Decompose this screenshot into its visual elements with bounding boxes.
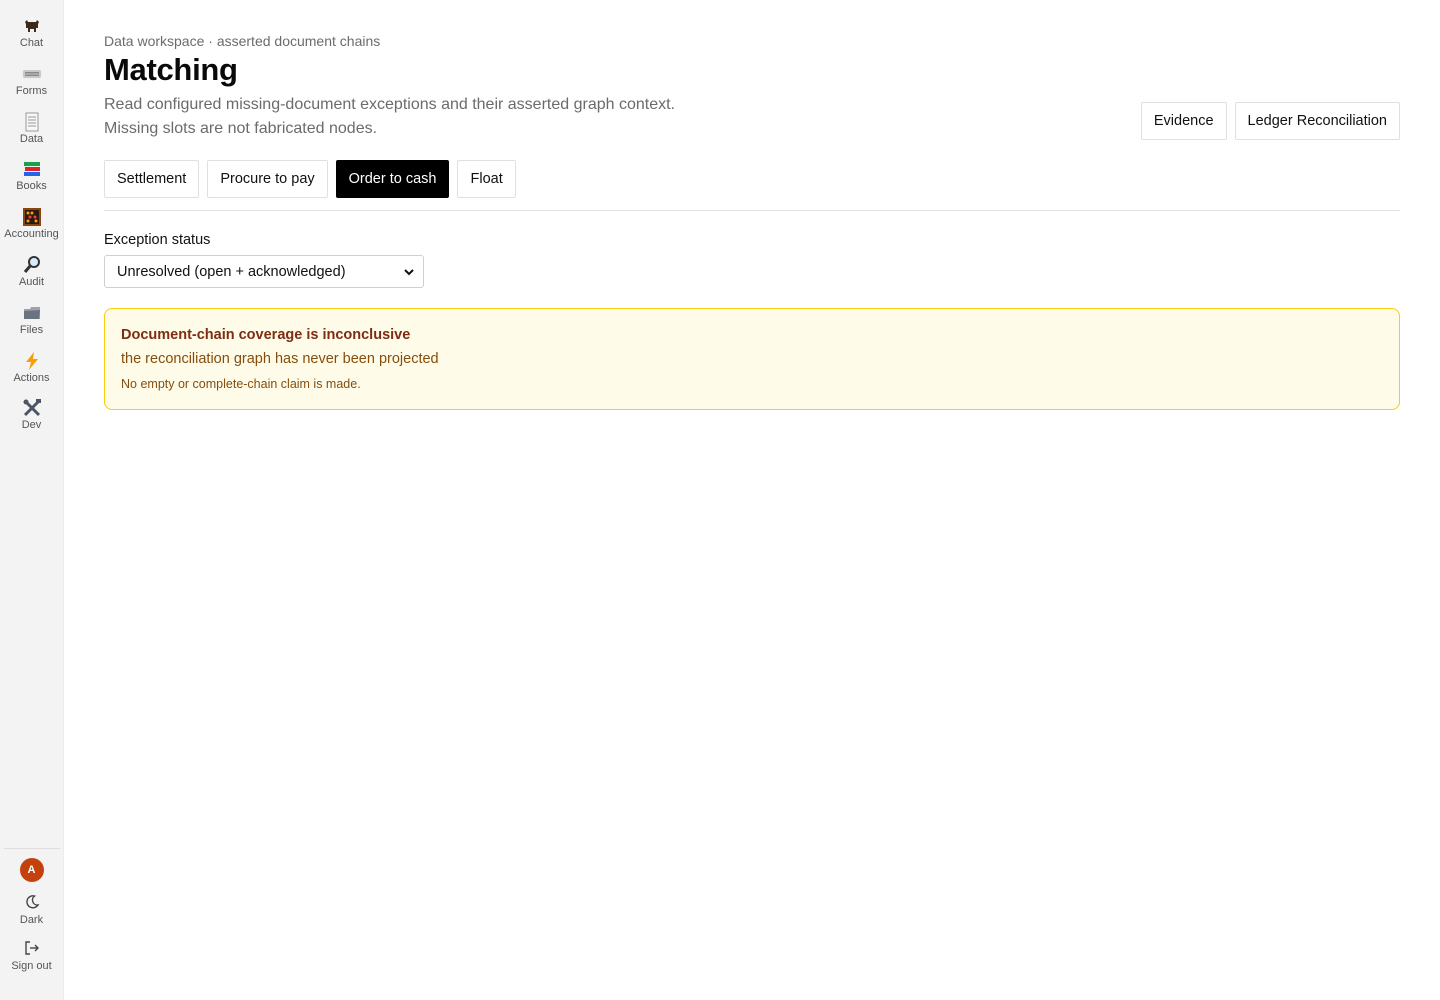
- alert-title: Document-chain coverage is inconclusive: [121, 327, 411, 343]
- sidebar-item-label: Chat: [19, 37, 44, 49]
- sidebar-footer: A Dark Sign out: [3, 848, 60, 1000]
- sidebar-item-label: Books: [16, 180, 47, 193]
- folder-icon: [22, 303, 42, 323]
- tab-float[interactable]: Float: [457, 160, 516, 198]
- sidebar-item-label: Actions: [13, 371, 50, 384]
- tools-icon: [22, 398, 42, 418]
- spreadsheet-icon: [22, 112, 42, 132]
- breadcrumb: Data workspace · asserted document chain…: [104, 33, 381, 49]
- page-description: Read configured missing-document excepti…: [104, 93, 804, 141]
- sidebar-item-books[interactable]: Books: [0, 159, 64, 207]
- sidebar-item-label: Accounting: [4, 228, 59, 241]
- chain-tabs: Settlement Procure to pay Order to cash …: [104, 160, 516, 198]
- sidebar-item-chat[interactable]: Chat: [0, 16, 64, 64]
- page-title: Matching: [104, 52, 238, 87]
- magnifier-icon: [22, 255, 42, 275]
- sidebar-item-label: Forms: [15, 84, 48, 97]
- sidebar-item-data[interactable]: Data: [0, 112, 64, 160]
- keyboard-icon: [22, 64, 42, 84]
- sign-out-button[interactable]: Sign out: [0, 936, 64, 982]
- exception-status-select[interactable]: Unresolved (open + acknowledged): [104, 255, 424, 288]
- tab-settlement[interactable]: Settlement: [104, 160, 200, 198]
- description-line: Missing slots are not fabricated nodes.: [104, 120, 378, 137]
- moon-icon: [23, 893, 41, 911]
- sidebar-item-label: Files: [19, 323, 44, 336]
- sidebar: Chat Forms Data Books Accounting Audit F…: [0, 0, 64, 1000]
- sidebar-item-label: Audit: [18, 275, 45, 288]
- sidebar-item-label: Dev: [21, 419, 42, 432]
- exception-status-label: Exception status: [104, 232, 211, 248]
- ox-icon: [22, 16, 42, 36]
- tab-order-to-cash[interactable]: Order to cash: [335, 160, 450, 198]
- books-icon: [22, 159, 42, 179]
- header-actions: Evidence Ledger Reconciliation: [1140, 102, 1400, 140]
- alert-note: No empty or complete-chain claim is made…: [121, 377, 361, 391]
- ledger-reconciliation-button[interactable]: Ledger Reconciliation: [1234, 102, 1400, 140]
- abacus-icon: [22, 207, 42, 227]
- sidebar-item-dev[interactable]: Dev: [0, 398, 64, 446]
- alert-body: the reconciliation graph has never been …: [121, 351, 439, 367]
- avatar[interactable]: A: [19, 858, 44, 882]
- sidebar-item-label: Data: [19, 132, 44, 145]
- sidebar-item-accounting[interactable]: Accounting: [0, 207, 64, 255]
- tab-procure-to-pay[interactable]: Procure to pay: [207, 160, 328, 198]
- sign-out-icon: [23, 939, 41, 957]
- divider: [104, 210, 1400, 211]
- chevron-down-icon: [403, 266, 415, 278]
- coverage-alert: Document-chain coverage is inconclusive …: [104, 308, 1400, 410]
- sidebar-nav: Chat Forms Data Books Accounting Audit F…: [0, 0, 64, 446]
- lightning-icon: [22, 351, 42, 371]
- exception-status-value: Unresolved (open + acknowledged): [117, 263, 346, 280]
- evidence-button[interactable]: Evidence: [1140, 102, 1227, 140]
- description-line: Read configured missing-document excepti…: [104, 96, 675, 113]
- sidebar-item-files[interactable]: Files: [0, 303, 64, 351]
- sidebar-item-forms[interactable]: Forms: [0, 64, 64, 112]
- theme-toggle-button[interactable]: Dark: [0, 890, 64, 936]
- theme-toggle-label: Dark: [19, 914, 44, 926]
- sidebar-item-audit[interactable]: Audit: [0, 255, 64, 303]
- sidebar-item-actions[interactable]: Actions: [0, 351, 64, 399]
- sign-out-label: Sign out: [11, 960, 52, 972]
